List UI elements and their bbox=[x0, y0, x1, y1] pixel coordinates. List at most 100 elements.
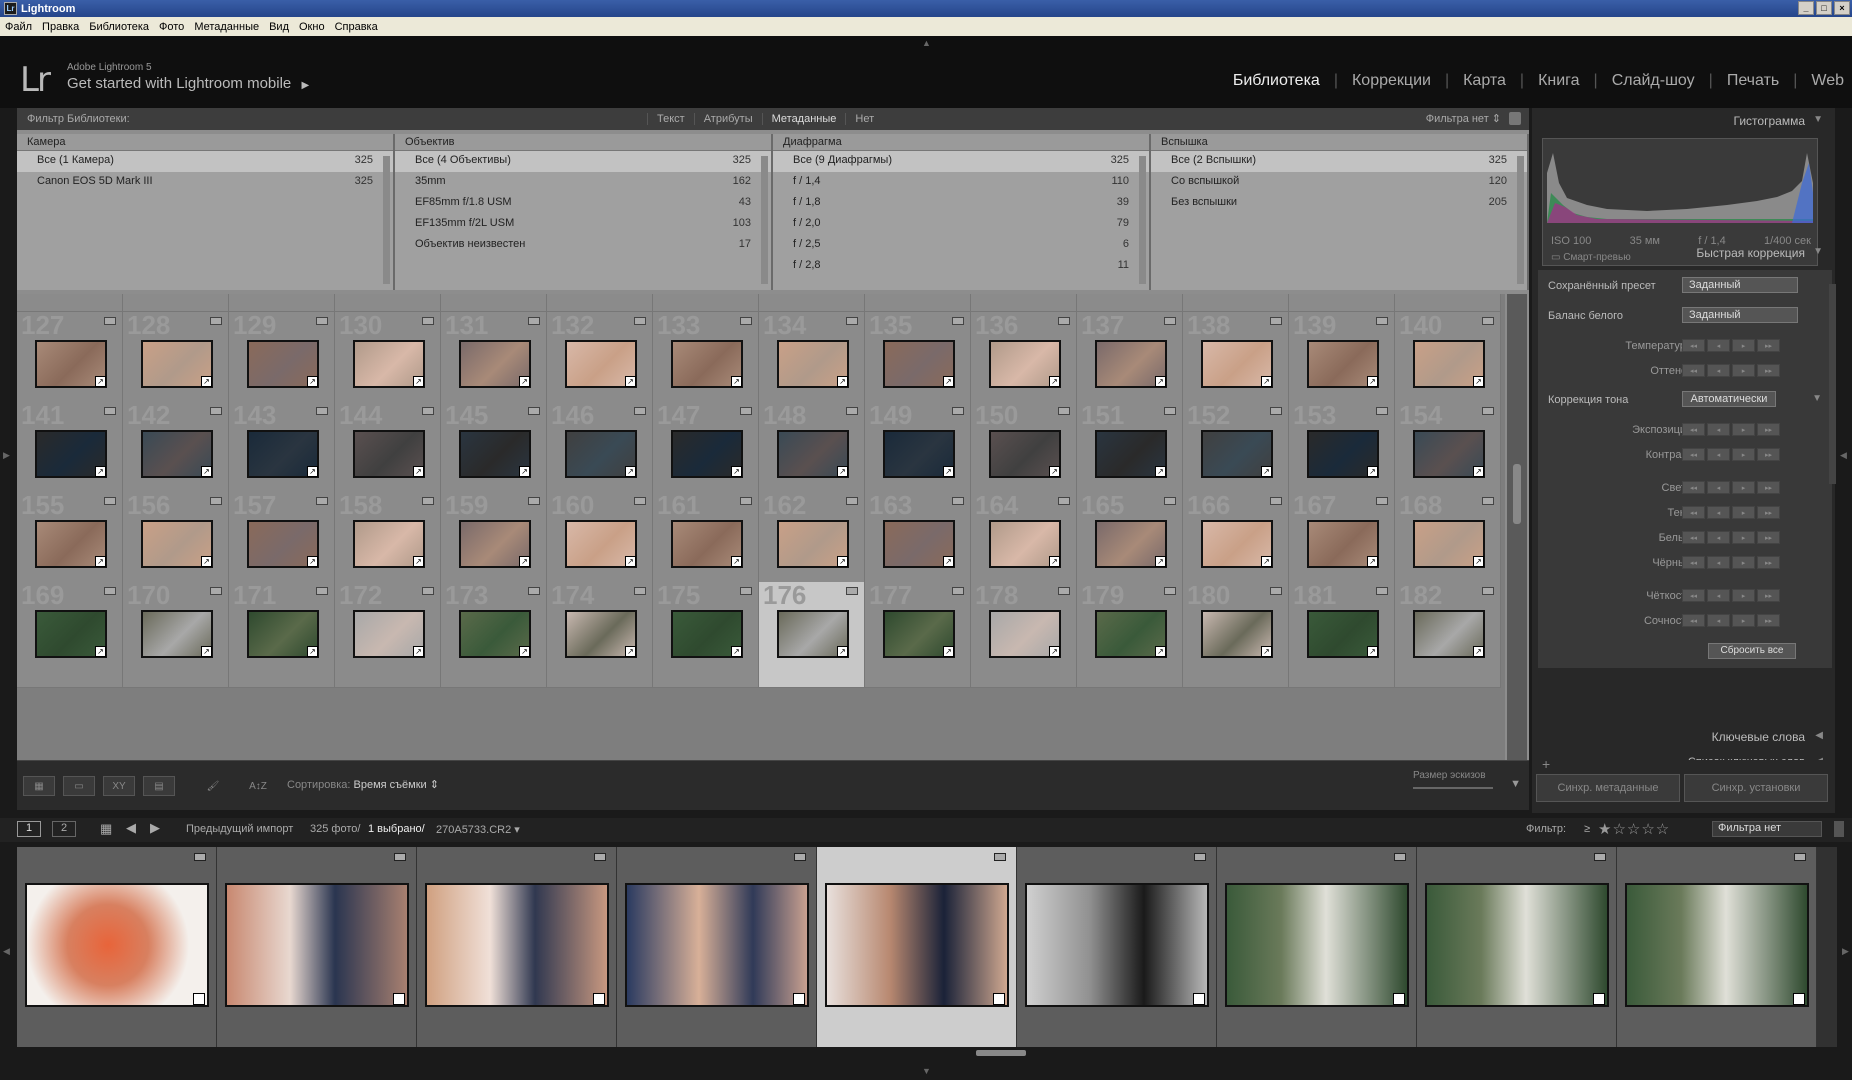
quick-develop-header[interactable]: Быстрая коррекция bbox=[1532, 240, 1835, 264]
filmstrip-photo[interactable] bbox=[25, 883, 209, 1007]
main-screen-button[interactable]: 1 bbox=[17, 821, 41, 837]
edited-badge-icon[interactable] bbox=[1793, 993, 1805, 1005]
shadows-buttons[interactable]: ◂◂ ◂ ▸ ▸▸ bbox=[1682, 506, 1780, 519]
flag-icon[interactable] bbox=[1394, 853, 1406, 861]
filmstrip-photo[interactable] bbox=[425, 883, 609, 1007]
flag-icon[interactable] bbox=[316, 587, 328, 595]
edited-badge-icon[interactable]: ↗ bbox=[943, 556, 954, 567]
metadata-row[interactable]: EF135mm f/2L USM 103 bbox=[395, 214, 771, 235]
flag-icon[interactable] bbox=[528, 497, 540, 505]
sort-control[interactable]: Сортировка: Время съёмки ⇕ bbox=[287, 778, 439, 791]
metadata-row[interactable]: f / 2,5 6 bbox=[773, 235, 1149, 256]
menu-library[interactable]: Библиотека bbox=[84, 21, 154, 33]
edited-badge-icon[interactable]: ↗ bbox=[413, 646, 424, 657]
flag-icon[interactable] bbox=[1376, 587, 1388, 595]
thumbnail-cell[interactable]: ↗ bbox=[1395, 294, 1501, 312]
thumbnail-cell[interactable]: ↗ bbox=[441, 294, 547, 312]
grid-mode-icon[interactable]: ▦ bbox=[100, 821, 112, 837]
edited-badge-icon[interactable]: ↗ bbox=[731, 646, 742, 657]
filmstrip-cell[interactable] bbox=[617, 847, 817, 1047]
thumbnail-cell[interactable]: ↗ bbox=[335, 294, 441, 312]
minimize-button[interactable]: _ bbox=[1798, 1, 1814, 15]
flag-icon[interactable] bbox=[1482, 407, 1494, 415]
filmstrip-photo[interactable] bbox=[225, 883, 409, 1007]
edited-badge-icon[interactable]: ↗ bbox=[413, 376, 424, 387]
metadata-row[interactable]: Объектив неизвестен 17 bbox=[395, 235, 771, 256]
edited-badge-icon[interactable]: ↗ bbox=[1473, 466, 1484, 477]
sync-settings-button[interactable]: Синхр. установки bbox=[1684, 774, 1828, 802]
flag-icon[interactable] bbox=[1164, 317, 1176, 325]
flag-icon[interactable] bbox=[104, 317, 116, 325]
metadata-row[interactable]: Все (4 Объективы) 325 bbox=[395, 151, 771, 172]
thumbnail-cell[interactable]: ↗ bbox=[1077, 294, 1183, 312]
saved-preset-dropdown[interactable]: Заданный bbox=[1682, 277, 1798, 293]
vibrance-buttons[interactable]: ◂◂ ◂ ▸ ▸▸ bbox=[1682, 614, 1780, 627]
edited-badge-icon[interactable]: ↗ bbox=[519, 376, 530, 387]
rating-operator-icon[interactable]: ≥ bbox=[1584, 823, 1590, 835]
edited-badge-icon[interactable]: ↗ bbox=[1049, 646, 1060, 657]
edited-badge-icon[interactable]: ↗ bbox=[837, 556, 848, 567]
menu-metadata[interactable]: Метаданные bbox=[189, 21, 264, 33]
edited-badge-icon[interactable]: ↗ bbox=[731, 466, 742, 477]
flag-icon[interactable] bbox=[1482, 587, 1494, 595]
edited-badge-icon[interactable]: ↗ bbox=[413, 466, 424, 477]
flag-icon[interactable] bbox=[846, 587, 858, 595]
flag-icon[interactable] bbox=[1270, 407, 1282, 415]
loupe-view-button[interactable]: ▭ bbox=[63, 776, 95, 796]
temperature-buttons[interactable]: ◂◂ ◂ ▸ ▸▸ bbox=[1682, 339, 1780, 352]
flag-icon[interactable] bbox=[422, 497, 434, 505]
flag-icon[interactable] bbox=[1058, 317, 1070, 325]
edited-badge-icon[interactable] bbox=[1393, 993, 1405, 1005]
collapse-bottom-arrow-icon[interactable]: ▼ bbox=[922, 1066, 931, 1076]
edited-badge-icon[interactable] bbox=[993, 993, 1005, 1005]
edited-badge-icon[interactable]: ↗ bbox=[519, 466, 530, 477]
flag-icon[interactable] bbox=[316, 317, 328, 325]
flag-icon[interactable] bbox=[210, 587, 222, 595]
toolbar-menu-chevron-down-icon[interactable]: ▼ bbox=[1510, 778, 1521, 790]
sync-metadata-button[interactable]: Синхр. метаданные bbox=[1536, 774, 1680, 802]
spray-can-icon[interactable]: 🖌 bbox=[203, 776, 223, 796]
edited-badge-icon[interactable]: ↗ bbox=[731, 376, 742, 387]
thumbnail-cell[interactable]: 179 ↗ bbox=[1077, 582, 1183, 688]
edited-badge-icon[interactable]: ↗ bbox=[201, 466, 212, 477]
metadata-row[interactable]: Canon EOS 5D Mark III 325 bbox=[17, 172, 393, 193]
filter-lock-icon[interactable] bbox=[1834, 821, 1844, 837]
thumbnail-size-slider[interactable]: Размер эскизов bbox=[1413, 770, 1493, 789]
thumbnail-cell[interactable]: ↗ bbox=[123, 294, 229, 312]
edited-badge-icon[interactable]: ↗ bbox=[1155, 376, 1166, 387]
module-print[interactable]: Печать bbox=[1713, 72, 1793, 90]
edited-badge-icon[interactable]: ↗ bbox=[201, 556, 212, 567]
metadata-row[interactable]: Со вспышкой 120 bbox=[1151, 172, 1527, 193]
filmstrip-cell[interactable] bbox=[817, 847, 1017, 1047]
edited-badge-icon[interactable]: ↗ bbox=[95, 646, 106, 657]
close-button[interactable]: × bbox=[1834, 1, 1850, 15]
metadata-row[interactable]: f / 2,0 79 bbox=[773, 214, 1149, 235]
contrast-buttons[interactable]: ◂◂ ◂ ▸ ▸▸ bbox=[1682, 448, 1780, 461]
histogram-header[interactable]: Гистограмма bbox=[1532, 108, 1835, 132]
flag-icon[interactable] bbox=[1376, 317, 1388, 325]
edited-badge-icon[interactable]: ↗ bbox=[307, 376, 318, 387]
flag-icon[interactable] bbox=[104, 587, 116, 595]
flag-icon[interactable] bbox=[1164, 407, 1176, 415]
highlights-buttons[interactable]: ◂◂ ◂ ▸ ▸▸ bbox=[1682, 481, 1780, 494]
edited-badge-icon[interactable]: ↗ bbox=[837, 466, 848, 477]
metadata-row[interactable]: Все (1 Камера) 325 bbox=[17, 151, 393, 172]
grid-scrollbar[interactable] bbox=[1507, 294, 1527, 760]
flag-icon[interactable] bbox=[1270, 587, 1282, 595]
edited-badge-icon[interactable] bbox=[193, 993, 205, 1005]
flag-icon[interactable] bbox=[952, 497, 964, 505]
flag-icon[interactable] bbox=[740, 317, 752, 325]
flag-icon[interactable] bbox=[210, 407, 222, 415]
module-book[interactable]: Книга bbox=[1524, 72, 1593, 90]
edited-badge-icon[interactable]: ↗ bbox=[1367, 556, 1378, 567]
flag-icon[interactable] bbox=[1376, 497, 1388, 505]
thumbnail-cell[interactable]: ↗ bbox=[229, 294, 335, 312]
edited-badge-icon[interactable]: ↗ bbox=[1049, 376, 1060, 387]
metadata-column-scrollbar[interactable] bbox=[1139, 156, 1146, 284]
compare-view-button[interactable]: XY bbox=[103, 776, 135, 796]
filmstrip-photo[interactable] bbox=[825, 883, 1009, 1007]
edited-badge-icon[interactable]: ↗ bbox=[1049, 466, 1060, 477]
flag-icon[interactable] bbox=[104, 497, 116, 505]
menu-window[interactable]: Окно bbox=[294, 21, 330, 33]
metadata-row[interactable]: f / 1,4 110 bbox=[773, 172, 1149, 193]
